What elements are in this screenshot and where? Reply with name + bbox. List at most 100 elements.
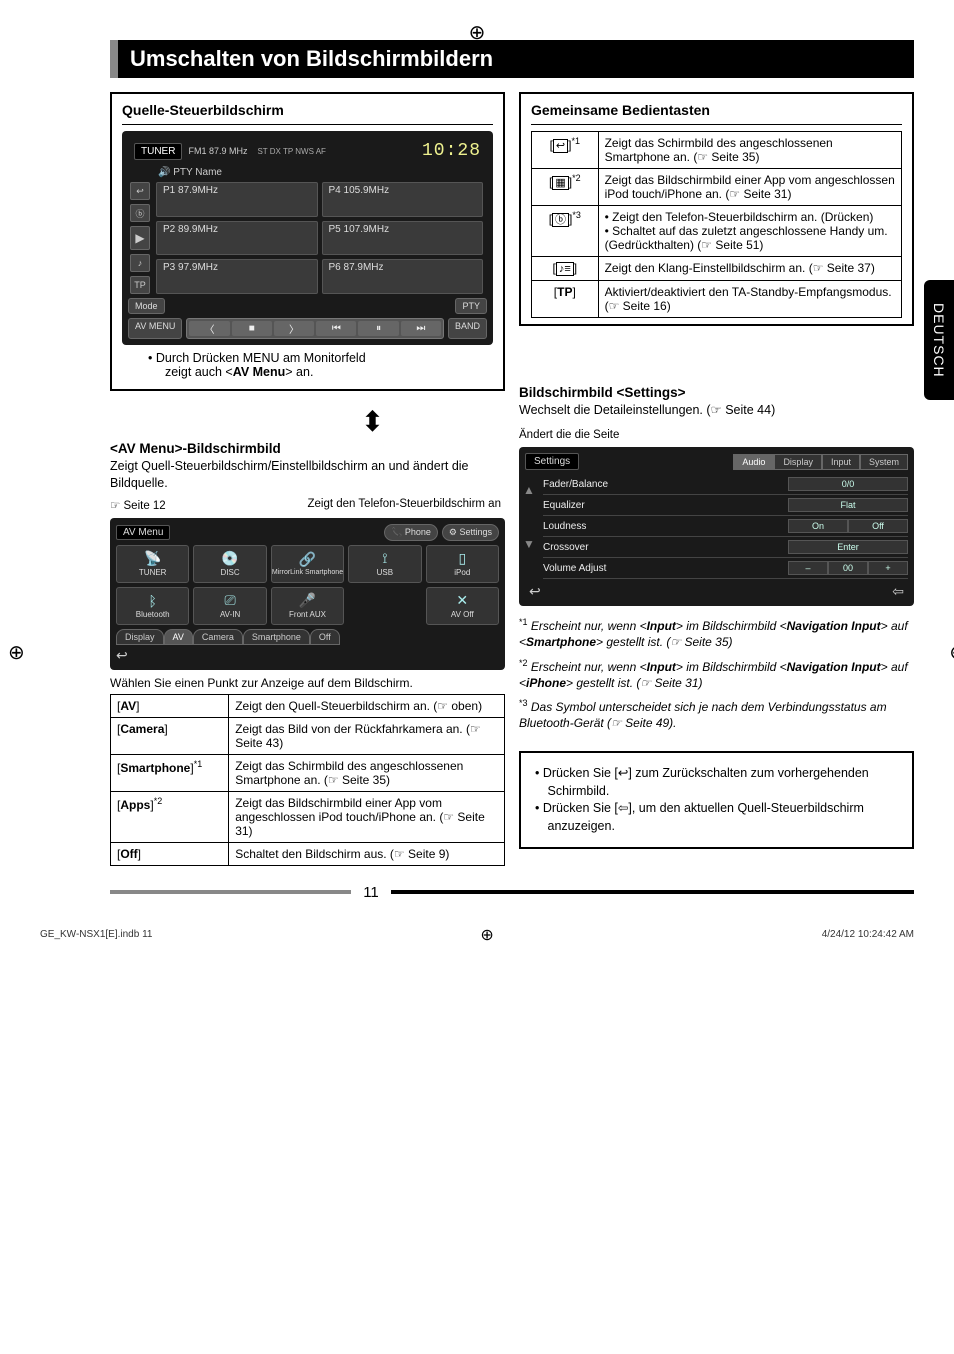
fn1-b3: Smartphone (526, 635, 596, 649)
settings-row-eq[interactable]: Equalizer Flat (543, 495, 908, 516)
common-text-sound: Zeigt den Klang-Einstellbildschirm an. (… (598, 257, 901, 281)
tuner-flags: ST DX TP NWS AF (257, 147, 325, 156)
tp-button[interactable]: TP (130, 276, 150, 294)
common-text-tp: Aktiviert/deaktiviert den TA-Standby-Emp… (598, 281, 901, 318)
table-row: [Camera] Zeigt das Bild von der Rückfahr… (111, 717, 505, 754)
preset-3[interactable]: P3 97.9MHz (156, 259, 318, 294)
page-number: 11 (359, 884, 383, 901)
settings-row-loudness[interactable]: Loudness On Off (543, 516, 908, 537)
tuner-pty: 🔊 PTY Name (128, 165, 487, 182)
avmenu-button[interactable]: AV MENU (128, 318, 182, 339)
menu-note-line2b: > an. (285, 365, 313, 379)
av-cell-ipod[interactable]: ▯iPod (426, 545, 499, 583)
tab-camera[interactable]: Camera (193, 629, 243, 645)
hint-1: Drücken Sie [↩] zum Zurückschalten zum v… (543, 766, 869, 798)
preset-4[interactable]: P4 105.9MHz (322, 182, 484, 217)
bluetooth-icon[interactable]: ⓑ (130, 204, 150, 222)
next-icon[interactable]: 〉 (274, 321, 314, 336)
avin-icon: ⎚ (224, 592, 235, 609)
av-cell-frontaux[interactable]: 🎤Front AUX (271, 587, 344, 625)
volume-value: 00 (828, 561, 868, 575)
language-tab: DEUTSCH (924, 280, 954, 400)
def-key-apps: [Apps]*2 (111, 791, 229, 842)
registration-mark-bottom: ⊕ (480, 925, 493, 945)
source-control-title: Quelle-Steuerbildschirm (122, 102, 493, 118)
smartphone-icon[interactable]: ↩ (130, 182, 150, 200)
settings-tab-display[interactable]: Display (774, 454, 822, 470)
skip-fwd-icon[interactable]: ⏭ (401, 321, 441, 336)
def-key-camera: [Camera] (111, 717, 229, 754)
preset-2[interactable]: P2 89.9MHz (156, 221, 318, 256)
phone-button[interactable]: 📞 Phone (384, 524, 438, 541)
fn2-post: > gestellt ist. (☞ Seite 31) (566, 676, 702, 690)
def-val-smartphone: Zeigt das Schirmbild des angeschlossenen… (229, 754, 505, 791)
settings-tab-system[interactable]: System (860, 454, 908, 470)
settings-tab-audio[interactable]: Audio (733, 454, 774, 470)
tab-smartphone[interactable]: Smartphone (243, 629, 310, 645)
skip-back-icon[interactable]: ⏮ (316, 321, 356, 336)
loudness-on[interactable]: On (788, 519, 848, 533)
av-cell-avoff[interactable]: ✕AV Off (426, 587, 499, 625)
common-icon-apps: [▦]*2 (532, 169, 599, 206)
avmenu-desc: Zeigt Quell-Steuerbildschirm/Einstellbil… (110, 458, 505, 492)
settings-row-fader[interactable]: Fader/Balance 0/0 (543, 474, 908, 495)
av-cell-disc[interactable]: 💿DISC (193, 545, 266, 583)
pty-button[interactable]: PTY (455, 298, 487, 314)
page-number-row: 11 (110, 884, 914, 901)
fn2-b2: Navigation Input (787, 660, 881, 674)
preset-1[interactable]: P1 87.9MHz (156, 182, 318, 217)
usb-icon: ⟟ (382, 550, 387, 567)
loudness-off[interactable]: Off (848, 519, 908, 533)
preset-6[interactable]: P6 87.9MHz (322, 259, 484, 294)
ipod-icon: ▯ (458, 550, 466, 567)
menu-note-line1: Durch Drücken MENU am Monitorfeld (156, 351, 366, 365)
av-cell-bluetooth[interactable]: ᛒBluetooth (116, 587, 189, 625)
avmenu-heading-prefix: <AV Menu> (110, 441, 183, 456)
fn3-text: Das Symbol unterscheidet sich je nach de… (519, 700, 887, 730)
table-row: [AV] Zeigt den Quell-Steuerbildschirm an… (111, 694, 505, 717)
av-cell-tuner-label: TUNER (139, 568, 167, 577)
av-cell-usb[interactable]: ⟟USB (348, 545, 421, 583)
volume-plus[interactable]: + (868, 561, 908, 575)
def-key-smartphone: [Smartphone]*1 (111, 754, 229, 791)
table-row: [Apps]*2 Zeigt das Bildschirmbild einer … (111, 791, 505, 842)
tab-display[interactable]: Display (116, 629, 164, 645)
av-cell-tuner[interactable]: 📡TUNER (116, 545, 189, 583)
av-cell-avin[interactable]: ⎚AV-IN (193, 587, 266, 625)
av-cell-avin-label: AV-IN (220, 610, 240, 619)
play-icon[interactable]: ▶ (130, 226, 150, 250)
common-buttons-panel: Gemeinsame Bedientasten [↩]*1 Zeigt das … (519, 92, 914, 326)
def-val-av: Zeigt den Quell-Steuerbildschirm an. (☞ … (229, 694, 505, 717)
av-cell-ipod-label: iPod (454, 568, 470, 577)
fn1-num: *1 (519, 617, 528, 627)
tab-av[interactable]: AV (164, 629, 193, 645)
settings-label: Settings (525, 453, 579, 470)
settings-back-icon[interactable]: ↩ (529, 583, 541, 600)
settings-tab-input[interactable]: Input (822, 454, 860, 470)
common-text-apps: Zeigt das Bildschirmbild einer App vom a… (598, 169, 901, 206)
preset-5[interactable]: P5 107.9MHz (322, 221, 484, 256)
settings-button[interactable]: ⚙ Settings (442, 524, 499, 541)
footnotes: *1 Erscheint nur, wenn <Input> im Bildsc… (519, 616, 914, 731)
volume-minus[interactable]: – (788, 561, 828, 575)
tuner-label: TUNER (134, 143, 182, 160)
settings-row-volume[interactable]: Volume Adjust – 00 + (543, 558, 908, 579)
tab-off[interactable]: Off (310, 629, 340, 645)
page-up-icon[interactable]: ▲ (523, 483, 535, 497)
back-icon[interactable]: ↩ (116, 647, 499, 664)
page-down-icon[interactable]: ▼ (523, 537, 535, 551)
def-val-off: Schaltet den Bildschirm aus. (☞ Seite 9) (229, 842, 505, 865)
sound-icon[interactable]: ♪ (130, 254, 150, 272)
table-row: [↩]*1 Zeigt das Schirmbild des angeschlo… (532, 132, 902, 169)
settings-desc: Wechselt die Detaileinstellungen. (☞ Sei… (519, 402, 914, 419)
stop-icon[interactable]: ■ (232, 321, 272, 336)
footer-right: 4/24/12 10:24:42 AM (822, 929, 914, 940)
tuner-screenshot: TUNER FM1 87.9 MHz ST DX TP NWS AF 10:28… (122, 131, 493, 345)
mode-button[interactable]: Mode (128, 298, 165, 314)
pause-icon[interactable]: ⏸ (358, 321, 398, 336)
settings-home-icon[interactable]: ⇦ (892, 583, 904, 600)
settings-row-crossover[interactable]: Crossover Enter (543, 537, 908, 558)
prev-icon[interactable]: 〈 (189, 321, 229, 336)
band-button[interactable]: BAND (448, 318, 487, 339)
av-cell-mirrorlink[interactable]: 🔗MirrorLink Smartphone (271, 545, 344, 583)
